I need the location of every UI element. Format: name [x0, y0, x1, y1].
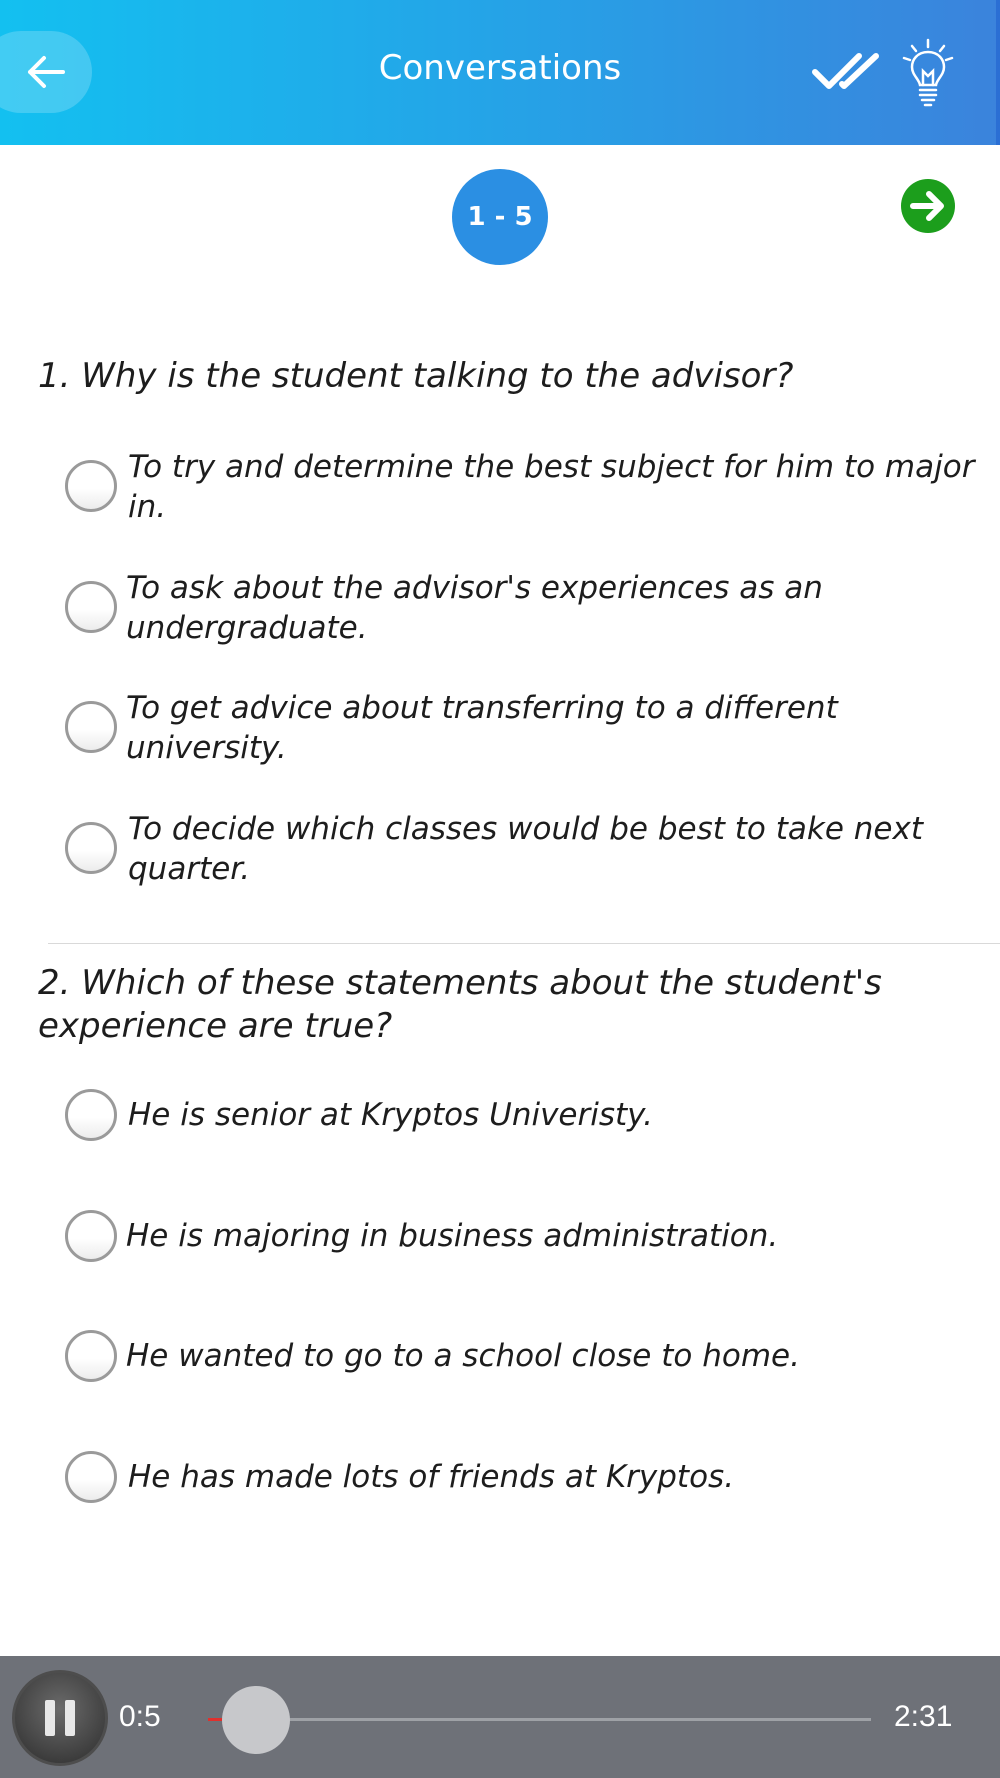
double-check-icon[interactable] — [812, 52, 882, 92]
option-label: To try and determine the best subject fo… — [128, 449, 975, 525]
radio-button[interactable] — [65, 822, 117, 874]
question-2-text: 2. Which of these statements about the s… — [38, 963, 882, 1046]
question-2-option-1[interactable]: He is senior at Kryptos Univeristy. — [0, 1089, 1000, 1141]
audio-player: 0:5 2:31 — [0, 1656, 1000, 1778]
current-time: 0:5 — [119, 1700, 161, 1733]
page-range-badge: 1 - 5 — [452, 169, 548, 265]
option-label: To get advice about transferring to a di… — [126, 690, 838, 766]
radio-button[interactable] — [65, 1330, 117, 1382]
seek-slider-thumb[interactable] — [222, 1686, 290, 1754]
pause-button[interactable] — [12, 1670, 108, 1766]
lightbulb-icon[interactable] — [900, 38, 956, 108]
option-label: He wanted to go to a school close to hom… — [126, 1338, 800, 1374]
arrow-right-circle-icon[interactable] — [900, 178, 956, 234]
question-divider — [48, 943, 1000, 944]
question-1-option-3[interactable]: To get advice about transferring to a di… — [0, 688, 1000, 772]
radio-button[interactable] — [65, 460, 117, 512]
progress-track[interactable] — [208, 1718, 871, 1721]
option-label: He has made lots of friends at Kryptos. — [128, 1459, 735, 1495]
question-1-text: 1. Why is the student talking to the adv… — [38, 356, 794, 396]
total-time: 2:31 — [894, 1700, 953, 1733]
option-label: He is senior at Kryptos Univeristy. — [128, 1097, 653, 1133]
pause-icon — [45, 1700, 55, 1736]
question-1-option-1[interactable]: To try and determine the best subject fo… — [0, 447, 1000, 531]
radio-button[interactable] — [65, 1451, 117, 1503]
radio-button[interactable] — [65, 1210, 117, 1262]
question-1-option-4[interactable]: To decide which classes would be best to… — [0, 809, 1000, 893]
option-label: To ask about the advisor's experiences a… — [126, 570, 823, 646]
pause-icon-bar — [65, 1700, 75, 1736]
question-2-option-3[interactable]: He wanted to go to a school close to hom… — [0, 1330, 1000, 1382]
radio-button[interactable] — [65, 581, 117, 633]
option-label: To decide which classes would be best to… — [128, 811, 923, 887]
radio-button[interactable] — [65, 1089, 117, 1141]
app-header: Conversations — [0, 0, 1000, 145]
radio-button[interactable] — [65, 701, 117, 753]
option-label: He is majoring in business administratio… — [126, 1218, 779, 1254]
question-2-option-2[interactable]: He is majoring in business administratio… — [0, 1210, 1000, 1262]
question-2-option-4[interactable]: He has made lots of friends at Kryptos. — [0, 1451, 1000, 1503]
question-1-option-2[interactable]: To ask about the advisor's experiences a… — [0, 568, 1000, 652]
